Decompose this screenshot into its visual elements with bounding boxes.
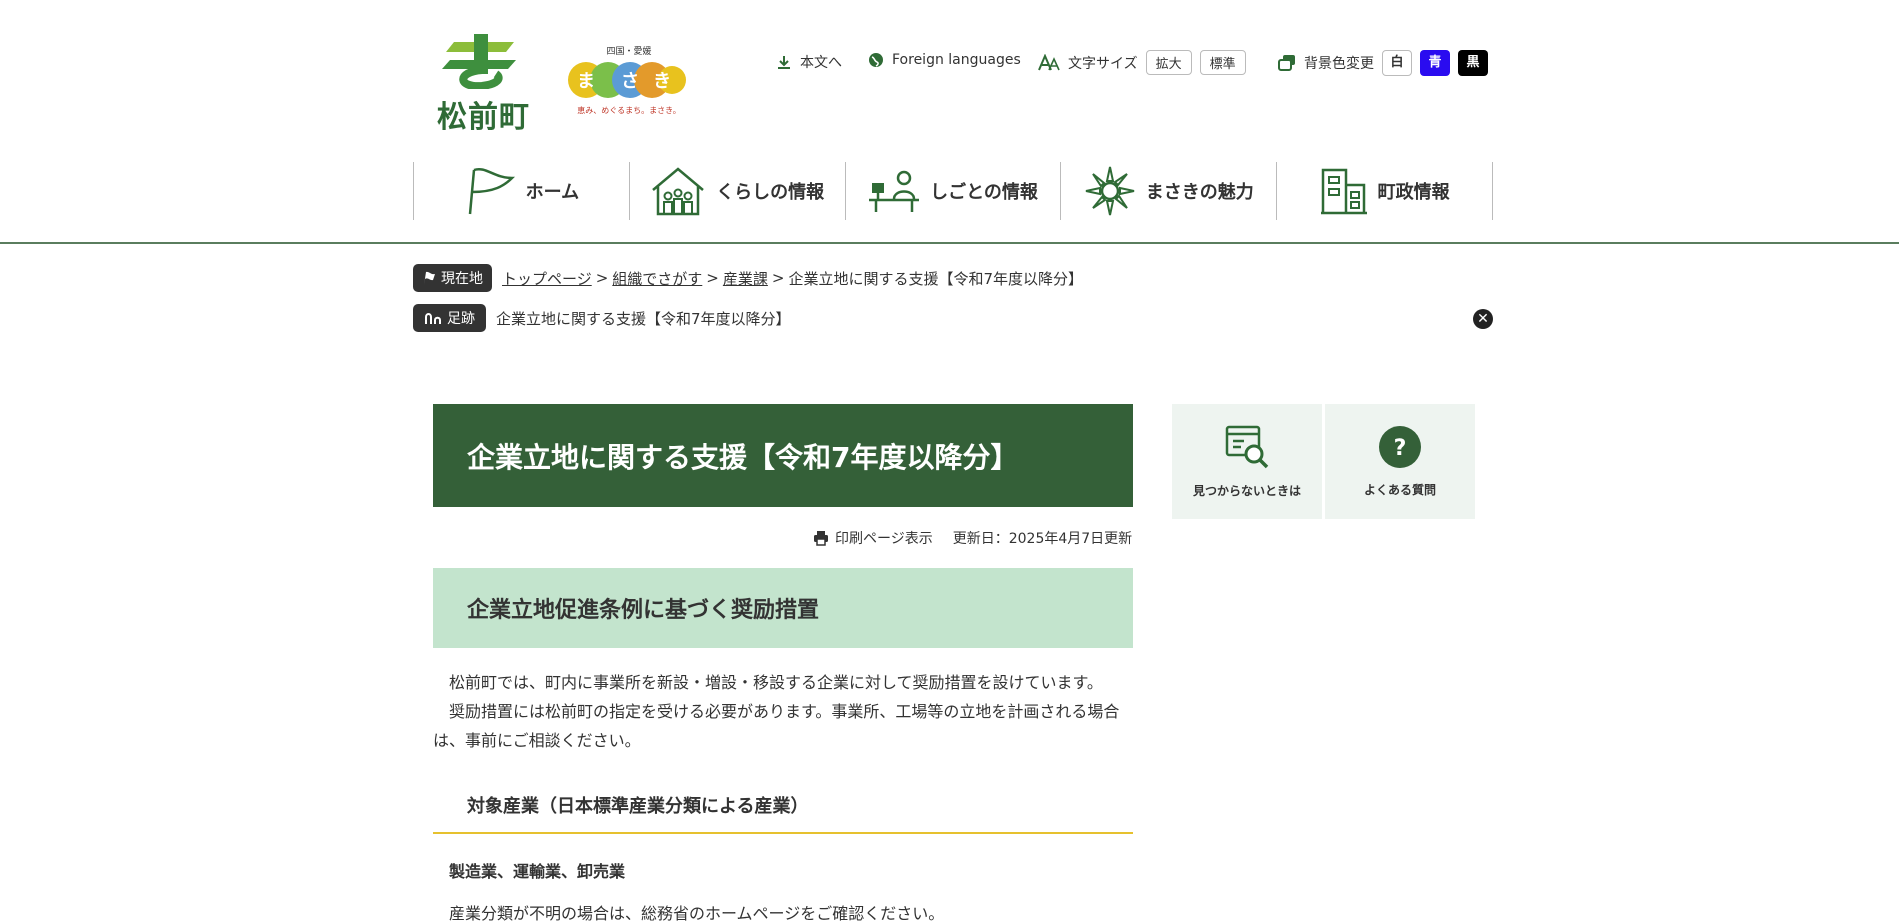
font-size-label: 文字サイズ [1068,55,1138,72]
intro-paragraph-2: 奨励措置には松前町の指定を受ける必要があります。事業所、工場等の立地を計画される… [433,702,1120,750]
subsection-heading: 対象産業（日本標準産業分類による産業） [467,796,809,817]
page-title: 企業立地に関する支援【令和7年度以降分】 [467,440,1019,474]
town-name[interactable]: 松前町 [437,92,530,136]
search-document-icon [1225,425,1269,469]
intro-paragraph-1: 松前町では、町内に事業所を新設・増設・移設する企業に対して奨励措置を設けています… [449,673,1103,692]
breadcrumb-link-organization[interactable]: 組織でさがす [612,268,702,289]
page-meta: 印刷ページ表示 更新日：2025年4月7日更新 [813,528,1132,548]
nav-work[interactable]: しごとの情報 [844,162,1061,220]
global-nav: ホーム くらしの情報 しごとの情報 まさきの魅力 町政情報 [413,162,1493,220]
intro-paragraphs: 松前町では、町内に事業所を新設・増設・移設する企業に対して奨励措置を設けています… [433,668,1133,755]
worker-desk-icon [869,170,920,212]
history-item[interactable]: 企業立地に関する支援【令和7年度以降分】 [496,308,791,329]
close-history-icon[interactable]: ✕ [1473,309,1493,329]
current-location-badge: 現在地 [413,264,492,292]
section-heading-box: 企業立地促進条例に基づく奨励措置 [433,568,1133,648]
target-industries: 製造業、運輸業、卸売業 [449,862,626,881]
flag-icon [424,271,435,285]
header-divider [0,242,1899,244]
building-icon [1320,168,1367,215]
svg-text:?: ? [1394,436,1407,461]
industry-note: 産業分類が不明の場合は、総務省のホームページをご確認ください。 [449,904,945,923]
sunflower-icon [1085,166,1134,216]
bg-white-button[interactable]: 白 [1382,50,1412,76]
globe-icon [869,53,883,67]
svg-text:き: き [653,71,671,92]
question-icon: ? [1379,426,1421,468]
brand-slogan: 恵み、めぐるまち。まさき。 [577,105,680,115]
updated-date: 更新日：2025年4月7日更新 [952,531,1133,547]
nav-government-label: 町政情報 [1377,182,1450,203]
foreign-label: Foreign languages [892,52,1021,68]
svg-text:ま: ま [577,71,595,92]
nav-living[interactable]: くらしの情報 [628,162,845,220]
font-size-icon [1038,53,1060,70]
flag-icon [468,167,515,215]
bg-blue-button[interactable]: 青 [1420,50,1450,76]
printer-icon [814,531,828,546]
faq-tile[interactable]: ? よくある質問 [1325,404,1475,519]
nav-home-label: ホーム [525,182,580,203]
nav-charm-label: まさきの魅力 [1145,182,1254,203]
breadcrumb-link-top[interactable]: トップページ [502,268,592,289]
print-page-link[interactable]: 印刷ページ表示 [835,528,933,548]
breadcrumb-separator: > [706,269,719,287]
font-standard-button[interactable]: 標準 [1199,50,1246,75]
town-emblem-icon[interactable] [436,34,531,93]
font-size-controls: 文字サイズ 拡大 標準 [1038,50,1246,75]
not-found-label: 見つからないときは [1192,484,1301,498]
breadcrumb-separator: > [595,269,609,287]
footprints-icon [425,313,441,324]
house-family-icon [652,167,704,216]
font-enlarge-button[interactable]: 拡大 [1145,50,1192,75]
page-title-box: 企業立地に関する支援【令和7年度以降分】 [433,404,1133,507]
history-trail: 足跡 企業立地に関する支援【令和7年度以降分】 [413,304,791,332]
history-badge: 足跡 [413,304,486,332]
nav-work-label: しごとの情報 [930,182,1038,203]
svg-text:さ: さ [621,71,639,92]
breadcrumb-link-industry-section[interactable]: 産業課 [723,268,768,289]
nav-home[interactable]: ホーム [413,162,629,220]
foreign-languages-link[interactable]: Foreign languages [868,52,1021,68]
faq-label: よくある質問 [1363,483,1436,497]
skip-to-content-link[interactable]: 本文へ [776,52,842,72]
brand-caption-top: 四国・愛媛 [606,45,651,57]
bg-black-button[interactable]: 黒 [1458,50,1488,76]
bg-label: 背景色変更 [1304,56,1374,72]
nav-charm[interactable]: まさきの魅力 [1060,162,1276,220]
breadcrumb: 現在地 トップページ > 組織でさがす > 産業課 > 企業立地に関する支援【令… [413,264,1083,292]
nav-living-label: くらしの情報 [716,182,825,203]
nav-government[interactable]: 町政情報 [1276,162,1493,220]
masaki-brand-logo[interactable]: 四国・愛媛 ま さ き 恵み、めぐるまち。まさき。 [564,45,694,120]
color-layers-icon [1278,55,1295,71]
current-location-label: 現在地 [441,271,483,287]
background-color-controls: 背景色変更 白 青 黒 [1278,50,1488,76]
history-label: 足跡 [447,311,475,327]
breadcrumb-current: 企業立地に関する支援【令和7年度以降分】 [788,269,1084,288]
subsection-heading-box: 対象産業（日本標準産業分類による産業） [433,790,1133,834]
breadcrumb-separator: > [771,269,785,287]
not-found-tile[interactable]: 見つからないときは [1172,404,1322,519]
skip-label: 本文へ [800,55,842,71]
section-heading: 企業立地促進条例に基づく奨励措置 [467,598,820,623]
download-icon [778,56,790,69]
